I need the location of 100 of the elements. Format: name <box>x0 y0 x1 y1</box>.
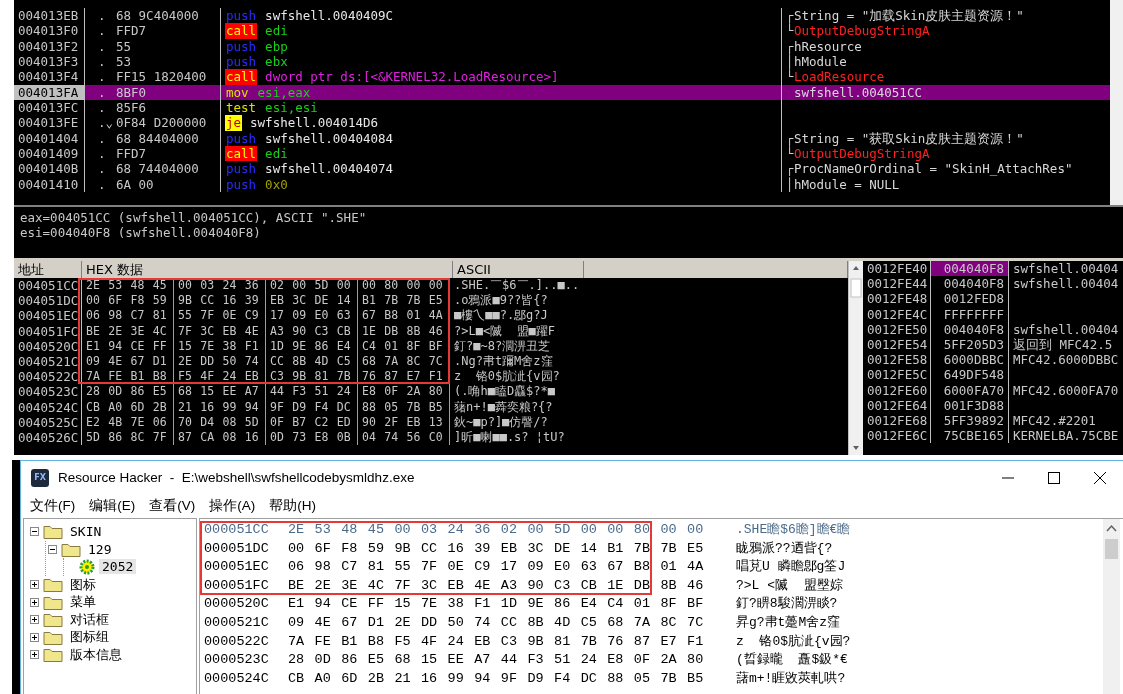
hex-bytes: F5 4F 24 EB <box>174 369 266 385</box>
ascii-text: 鈥~■p?]■仿謦/? <box>453 414 548 430</box>
column-header: 地址 <box>14 261 82 278</box>
address-cell: 0012FE4C <box>863 306 931 322</box>
ascii-text: z 铬0$肮泚{v园? <box>453 369 560 385</box>
expander-icon[interactable] <box>30 615 39 625</box>
ascii-text: 藷m+!睚敓莢軋哄? <box>736 669 846 688</box>
hex-bytes: C4 01 8F BF <box>358 338 450 354</box>
info-line: esi=004040F8 (swfshell.004040F8) <box>20 225 262 240</box>
menu-item[interactable]: 编辑(E) <box>84 497 145 515</box>
ascii-text: 蕏n+!■蕣奕粮?{? <box>453 399 553 415</box>
hex-bytes: 04 74 56 C0 <box>358 429 450 446</box>
hex-bytes: 68 15 EE A7 <box>174 384 266 400</box>
column-header: HEX 数据 <box>82 261 453 278</box>
bracket-mark: └ <box>786 69 794 85</box>
address-cell: 0040521C <box>14 353 82 370</box>
tree-item[interactable]: 图标 <box>67 575 99 594</box>
bracket-mark: └ <box>786 146 794 162</box>
expander-icon[interactable] <box>48 544 57 554</box>
jump-marker: . <box>97 100 107 116</box>
comment-text: swfshell.00404 <box>1012 261 1119 277</box>
address-cell: 004013FE <box>14 115 85 131</box>
folder-icon <box>43 577 63 593</box>
tree-item[interactable]: 对话框 <box>67 610 112 629</box>
value-cell: 004040F8 <box>931 276 1009 292</box>
menu-item[interactable]: 查看(V) <box>144 497 205 515</box>
value-cell: 5FF39892 <box>931 412 1009 429</box>
address-cell: 00401409 <box>14 146 85 162</box>
jump-marker: . <box>97 176 107 193</box>
jump-marker: . <box>97 38 107 55</box>
ascii-text: (.唃h■瞌D麤$?*■ <box>453 384 556 400</box>
hex-bytes: 55 7F 0E C9 <box>174 308 266 324</box>
hex-bytes: 7F 3C EB 4E <box>174 323 266 339</box>
comment-text: KERNELBA.75CBE <box>1012 428 1119 444</box>
operand-text: ebp <box>265 38 288 55</box>
folder-icon <box>43 629 63 645</box>
scrollbar[interactable] <box>1110 0 1123 205</box>
expander-icon[interactable] <box>30 632 39 642</box>
jump-marker: . <box>97 8 107 24</box>
jump-marker: . <box>97 54 107 70</box>
tree-item[interactable]: 129 <box>85 541 115 557</box>
operand-text: swfshell.00404074 <box>265 161 394 177</box>
expander-icon[interactable] <box>30 527 39 537</box>
address-cell-text: 0000523C <box>204 651 270 670</box>
tree-item[interactable]: 菜单 <box>67 593 99 612</box>
comment-text: String = "获取Skin皮肤主题资源！" <box>794 130 1024 146</box>
hex-bytes: 68 7A 8C 7C <box>358 353 450 370</box>
hex-bytes: 70 D4 08 5D <box>174 414 266 430</box>
hex-bytes: E1 94 CE FF 15 7E 38 F1 1D 9E 86 E4 C4 01 8F BF <box>288 595 705 614</box>
hex-bytes: 8BF0 <box>113 84 221 101</box>
operand-text: esi,esi <box>265 100 318 116</box>
tree-item[interactable]: 版本信息 <box>67 645 125 664</box>
ascii-text: z 铬0$肮泚{v园? <box>736 632 851 651</box>
address-cell: 004051CC <box>14 278 82 294</box>
address-cell: 0012FE6C <box>863 428 931 444</box>
menu-item[interactable]: 帮助(H) <box>264 497 325 515</box>
value-cell: 5FF205D3 <box>931 336 1009 353</box>
hex-bytes: 09 4E 67 D1 2E DD 50 74 CC 8B 4D C5 68 7A 8C 7C <box>288 613 705 632</box>
address-cell: 0040525C <box>14 414 82 430</box>
hex-bytes: 55 <box>113 38 221 55</box>
comment-text: OutputDebugStringA <box>794 23 930 39</box>
hex-bytes: 5D 86 8C 7F <box>82 429 174 446</box>
hex-bytes: 15 7E 38 F1 <box>174 338 266 354</box>
scrollbar[interactable] <box>849 261 863 455</box>
tree-item[interactable]: 图标组 <box>67 628 112 647</box>
mnemonic: push <box>225 38 258 55</box>
ascii-text: .o鴉派■9??皆{? <box>453 293 548 309</box>
bracket-mark: │ <box>786 54 794 70</box>
hex-bytes: A3 90 C3 CB <box>266 323 358 339</box>
address-cell: 0012FE48 <box>863 291 931 307</box>
expander-icon[interactable] <box>30 650 39 660</box>
ascii-text: 釘?睤8駿濶淠睒? <box>736 595 838 614</box>
hex-bytes: 21 16 99 94 <box>174 399 266 415</box>
tree-item[interactable]: 2052 <box>99 559 137 575</box>
close-icon[interactable] <box>1092 471 1108 484</box>
value-cell: 6000DBBC <box>931 352 1009 368</box>
mnemonic: mov <box>225 84 250 101</box>
scrollbar[interactable] <box>1103 519 1120 694</box>
hex-bytes: 2E 53 48 45 <box>82 278 174 294</box>
expander-icon[interactable] <box>30 580 39 590</box>
gear-icon <box>79 559 95 575</box>
value-cell: 75CBE165 <box>931 428 1009 444</box>
maximize-icon[interactable] <box>1046 471 1062 484</box>
hex-bytes: 6A 00 <box>113 176 221 193</box>
operand-text: edi <box>265 146 288 162</box>
menu-item[interactable]: 文件(F) <box>25 497 85 515</box>
hex-bytes: FF15 1820400 <box>113 69 221 85</box>
folder-icon <box>43 612 63 628</box>
hex-bytes: 87 CA 08 16 <box>174 429 266 446</box>
comment-text: OutputDebugStringA <box>794 146 930 162</box>
address-cell: 0012FE68 <box>863 412 931 429</box>
jump-marker: . <box>97 69 107 85</box>
hex-bytes: 1D 9E 86 E4 <box>266 338 358 354</box>
comment-text: ProcNameOrOrdinal = "SkinH_AttachRes" <box>794 161 1073 177</box>
address-cell: 004013F0 <box>14 23 85 39</box>
jump-marker: .⌄ <box>97 115 113 131</box>
expander-icon[interactable] <box>30 597 39 607</box>
tree-item[interactable]: SKIN <box>67 524 105 540</box>
menu-item[interactable]: 操作(A) <box>204 497 265 515</box>
jump-marker: . <box>97 84 107 101</box>
